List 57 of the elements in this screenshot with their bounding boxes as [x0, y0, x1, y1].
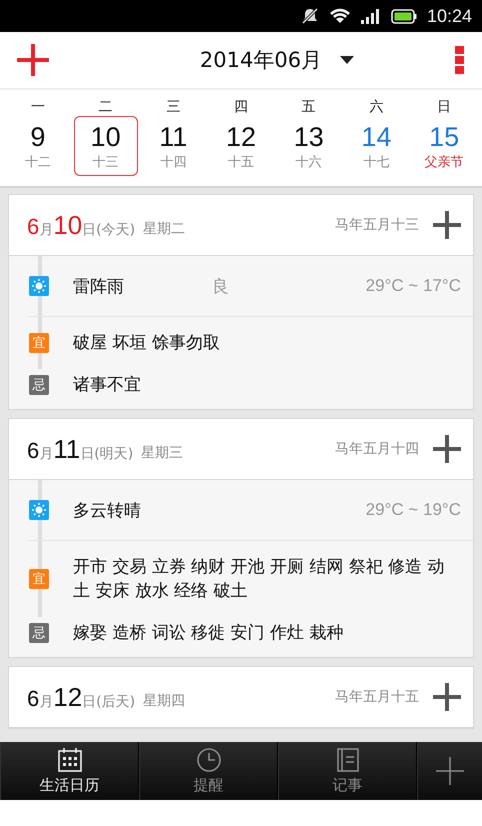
- almanac-badge: 宜: [29, 333, 49, 353]
- almanac-badge: 忌: [29, 623, 49, 643]
- lunar-date: 马年五月十五: [335, 688, 419, 706]
- dropdown-caret-icon[interactable]: [340, 56, 354, 64]
- add-icon[interactable]: [17, 44, 49, 76]
- date-cell[interactable]: 12 十五: [209, 116, 274, 176]
- tab[interactable]: 生活日历: [0, 742, 139, 800]
- battery-icon: [390, 8, 417, 24]
- almanac-badge: 忌: [29, 375, 49, 395]
- add-icon: [436, 757, 464, 785]
- calendar-icon: [58, 748, 82, 772]
- air-quality: 良: [212, 276, 229, 298]
- date-cell[interactable]: 14 十七: [344, 116, 408, 176]
- almanac-text: 破屋 坏垣 馀事勿取: [73, 332, 220, 355]
- weather-text: 雷阵雨: [73, 276, 124, 298]
- notebook-icon: [336, 748, 358, 772]
- temperature-range: 29°C ~ 19°C: [366, 500, 461, 520]
- weekday-label: 五: [302, 98, 316, 116]
- signal-icon: [360, 8, 381, 24]
- weekday-text: 星期三: [141, 444, 184, 462]
- tab[interactable]: 提醒: [139, 742, 278, 800]
- mute-icon: [300, 7, 319, 25]
- almanac-text: 开市 交易 立券 纳财 开池 开厕 结网 祭祀 修造 动土 安床 放水 经络 破土: [73, 556, 446, 603]
- weekday-label: 二: [98, 98, 113, 116]
- clock-icon: [196, 748, 220, 772]
- more-icon[interactable]: [454, 46, 464, 74]
- temperature-range: 29°C ~ 17°C: [366, 276, 461, 296]
- weekday-label: 四: [234, 98, 248, 116]
- almanac-text: 嫁娶 造桥 词讼 移徙 安门 作灶 栽种: [73, 622, 344, 645]
- month-title[interactable]: 2014年06月: [200, 46, 322, 74]
- date-heading: 6月 10日(今天): [27, 210, 136, 240]
- add-icon[interactable]: [433, 211, 461, 239]
- sun-icon: [29, 276, 49, 296]
- weekday-label: 三: [166, 98, 180, 116]
- almanac-badge: 宜: [29, 569, 49, 589]
- date-heading: 6月 11 日(明天): [27, 434, 134, 464]
- lunar-date: 马年五月十三: [335, 216, 419, 234]
- weekday-label: 日: [437, 98, 452, 116]
- date-cell[interactable]: 13 十六: [276, 116, 341, 176]
- add-icon[interactable]: [433, 683, 461, 711]
- weather-text: 多云转晴: [73, 500, 141, 522]
- date-cell[interactable]: 11 十四: [141, 116, 206, 176]
- weekday-text: 星期四: [143, 692, 186, 710]
- weekday-label: 六: [369, 98, 384, 116]
- almanac-text: 诸事不宜: [73, 374, 141, 397]
- date-cell[interactable]: 15 父亲节: [412, 116, 476, 176]
- weekday-text: 星期二: [143, 220, 186, 238]
- date-cell[interactable]: 9 十二: [6, 116, 70, 176]
- clock-time: 10:24: [426, 6, 472, 26]
- lunar-date: 马年五月十四: [335, 440, 419, 458]
- date-heading: 6月 12 日(后天): [27, 682, 136, 712]
- date-cell[interactable]: 10 十三: [74, 116, 138, 176]
- sun-icon: [29, 500, 49, 520]
- tab[interactable]: 记事: [278, 742, 417, 800]
- add-icon[interactable]: [433, 435, 461, 463]
- weekday-label: 一: [30, 98, 45, 116]
- wifi-icon: [328, 7, 351, 25]
